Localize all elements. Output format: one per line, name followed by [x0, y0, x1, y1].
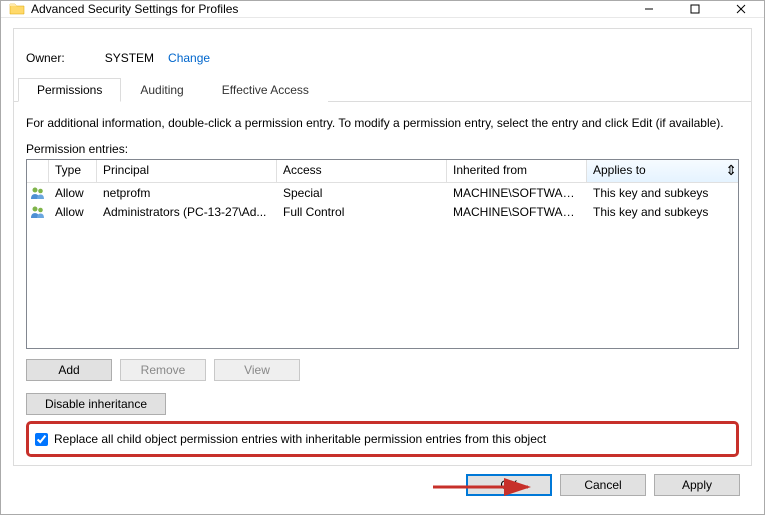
- remove-button: Remove: [120, 359, 206, 381]
- close-button[interactable]: [718, 1, 764, 17]
- cell-inherited: MACHINE\SOFTWARE...: [447, 185, 587, 201]
- cell-type: Allow: [49, 185, 97, 201]
- ok-button[interactable]: OK: [466, 474, 552, 496]
- owner-value: SYSTEM: [105, 51, 154, 65]
- tab-content: For additional information, double-click…: [14, 102, 751, 465]
- view-button: View: [214, 359, 300, 381]
- cell-applies: This key and subkeys: [587, 204, 738, 220]
- table-row[interactable]: Allow netprofm Special MACHINE\SOFTWARE.…: [27, 183, 738, 202]
- users-icon: [27, 204, 49, 220]
- replace-child-entries-checkbox[interactable]: [35, 433, 48, 446]
- replace-child-entries-label: Replace all child object permission entr…: [54, 432, 546, 446]
- minimize-button[interactable]: [626, 1, 672, 17]
- tabs: Permissions Auditing Effective Access: [14, 77, 751, 102]
- cell-principal: netprofm: [97, 185, 277, 201]
- panel: Owner: SYSTEM Change Permissions Auditin…: [13, 28, 752, 466]
- cell-inherited: MACHINE\SOFTWARE...: [447, 204, 587, 220]
- change-owner-link[interactable]: Change: [168, 51, 210, 65]
- entries-label: Permission entries:: [26, 142, 739, 156]
- owner-row: Owner: SYSTEM Change: [14, 29, 751, 77]
- owner-label: Owner:: [26, 51, 65, 65]
- window-title: Advanced Security Settings for Profiles: [31, 2, 626, 16]
- column-applies[interactable]: Applies to: [587, 160, 738, 182]
- list-body: Allow netprofm Special MACHINE\SOFTWARE.…: [27, 183, 738, 221]
- cancel-button[interactable]: Cancel: [560, 474, 646, 496]
- column-inherited[interactable]: Inherited from: [447, 160, 587, 182]
- tab-auditing[interactable]: Auditing: [121, 78, 202, 102]
- folder-icon: [9, 1, 25, 17]
- users-icon: [27, 185, 49, 201]
- entry-buttons: Add Remove View: [26, 359, 739, 381]
- cell-access: Special: [277, 185, 447, 201]
- column-principal[interactable]: Principal: [97, 160, 277, 182]
- maximize-button[interactable]: [672, 1, 718, 17]
- cell-applies: This key and subkeys: [587, 185, 738, 201]
- disable-inheritance-button[interactable]: Disable inheritance: [26, 393, 166, 415]
- cell-type: Allow: [49, 204, 97, 220]
- table-row[interactable]: Allow Administrators (PC-13-27\Ad... Ful…: [27, 202, 738, 221]
- info-text: For additional information, double-click…: [26, 116, 739, 130]
- column-type[interactable]: Type: [49, 160, 97, 182]
- tab-permissions[interactable]: Permissions: [18, 78, 121, 102]
- column-icon[interactable]: [27, 160, 49, 182]
- permission-entries-list[interactable]: Type Principal Access Inherited from App…: [26, 159, 739, 349]
- replace-child-entries-checkbox-row[interactable]: Replace all child object permission entr…: [26, 421, 739, 457]
- apply-button[interactable]: Apply: [654, 474, 740, 496]
- dialog-buttons: OK Cancel Apply: [13, 466, 752, 504]
- column-access[interactable]: Access: [277, 160, 447, 182]
- window: Advanced Security Settings for Profiles …: [0, 0, 765, 515]
- tab-effective-access[interactable]: Effective Access: [203, 78, 328, 102]
- list-header: Type Principal Access Inherited from App…: [27, 160, 738, 183]
- cell-principal: Administrators (PC-13-27\Ad...: [97, 204, 277, 220]
- cell-access: Full Control: [277, 204, 447, 220]
- window-controls: [626, 1, 764, 17]
- add-button[interactable]: Add: [26, 359, 112, 381]
- titlebar: Advanced Security Settings for Profiles: [1, 1, 764, 18]
- body: Owner: SYSTEM Change Permissions Auditin…: [1, 18, 764, 514]
